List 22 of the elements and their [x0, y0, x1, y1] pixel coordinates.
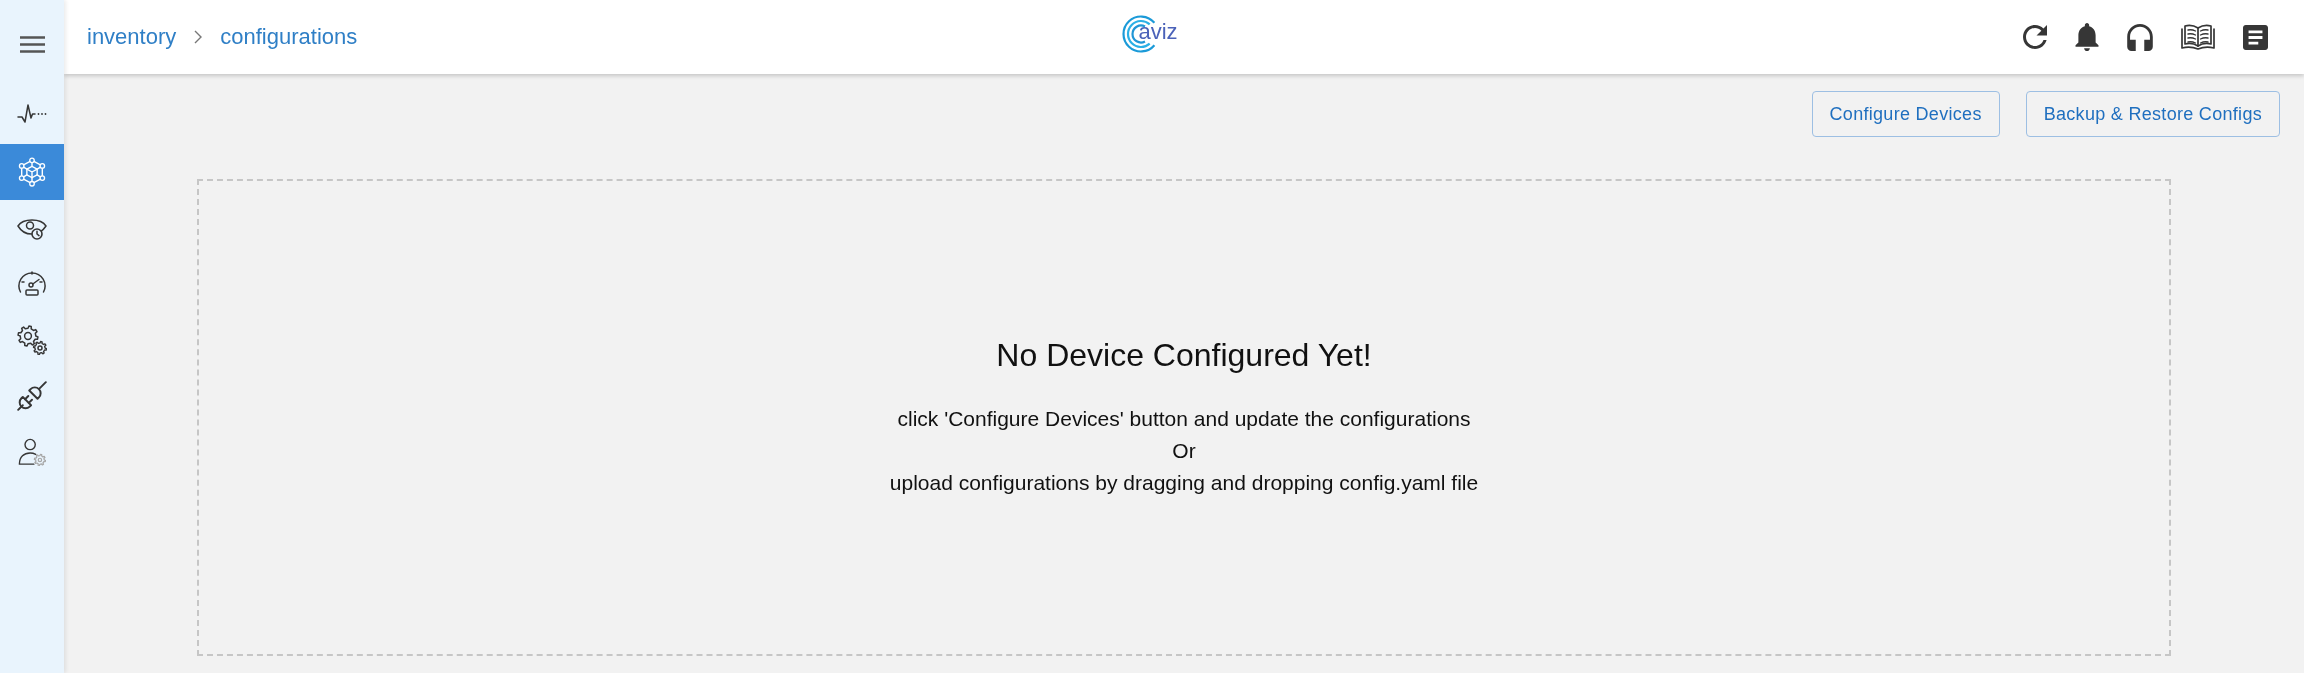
brand-name: aviz: [1138, 21, 1178, 43]
network-cube-icon: [17, 157, 47, 187]
bell-icon[interactable]: [2075, 23, 2099, 51]
empty-state-title: No Device Configured Yet!: [996, 336, 1372, 374]
drop-zone[interactable]: No Device Configured Yet! click 'Configure Devices' button and update the configurations Or upload configurations by dragging and dropping config.yaml file: [197, 179, 2171, 656]
plug-icon: [17, 381, 47, 411]
open-book-icon[interactable]: [2181, 23, 2215, 51]
refresh-icon[interactable]: [2023, 25, 2047, 49]
breadcrumb-link[interactable]: inventory: [87, 24, 177, 50]
chevron-right-icon: [194, 30, 203, 44]
action-button[interactable]: Backup & Restore Configs: [2025, 91, 2280, 137]
gauge-icon: [17, 270, 47, 298]
document-icon[interactable]: [2243, 24, 2268, 50]
user-gear-icon: [18, 437, 46, 467]
menu-icon[interactable]: [19, 35, 45, 53]
breadcrumb-link[interactable]: configurations: [220, 24, 358, 50]
empty-state-text: upload configurations by dragging and dropping config.yaml file: [889, 469, 1479, 496]
empty-state-text: click 'Configure Devices' button and update the configurations: [897, 405, 1471, 432]
gears-icon: [17, 325, 47, 355]
empty-state-text: Or: [1172, 437, 1196, 464]
action-button[interactable]: Configure Devices: [1811, 91, 2000, 137]
headphones-icon[interactable]: [2127, 23, 2153, 51]
